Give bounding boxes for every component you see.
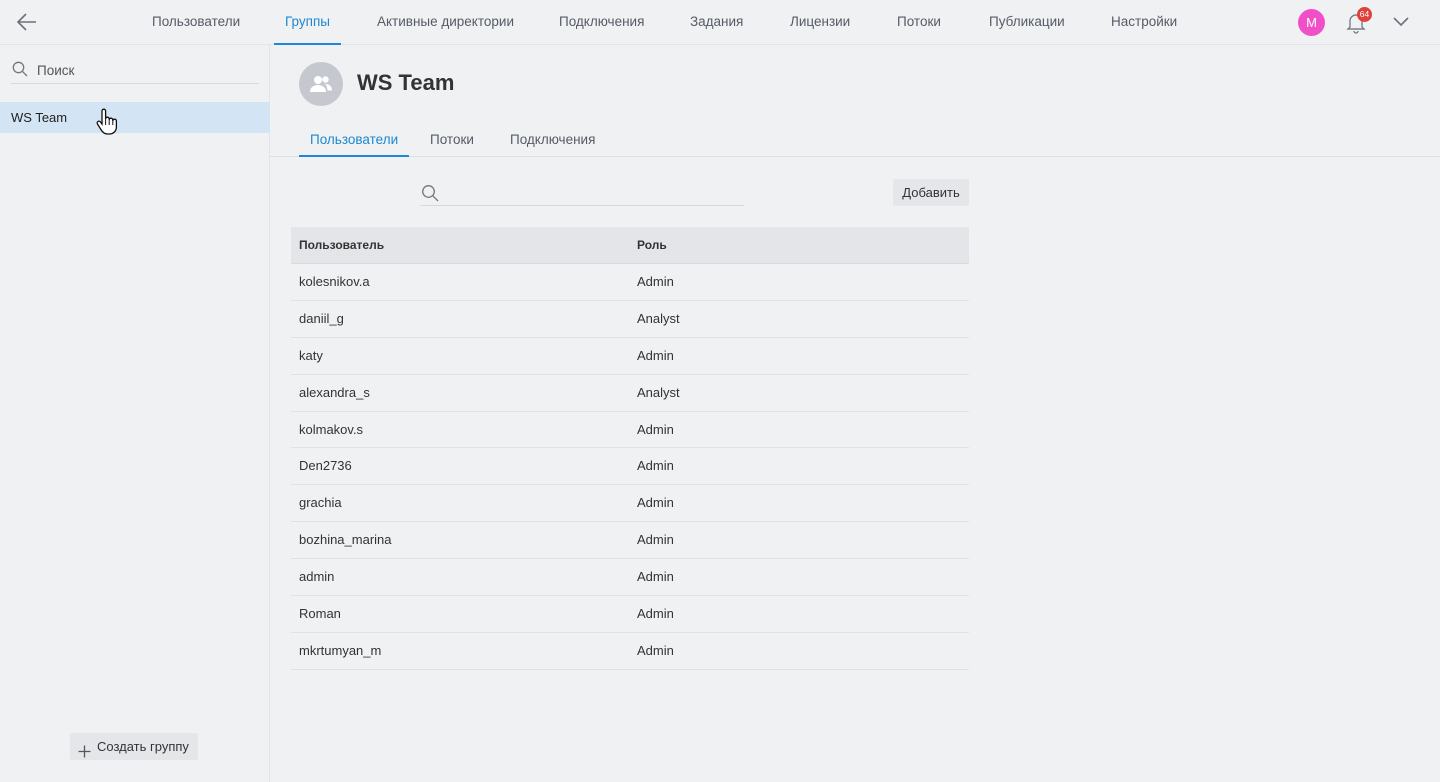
table-row[interactable]: grachia Admin xyxy=(291,485,969,523)
notification-badge: 64 xyxy=(1357,7,1372,22)
chevron-down-icon[interactable] xyxy=(1392,14,1410,30)
nav-item-active-directories[interactable]: Активные директории xyxy=(377,0,514,45)
page-title: WS Team xyxy=(357,70,455,95)
user-cell: admin xyxy=(299,569,335,585)
create-group-label: Создать группу xyxy=(97,739,189,754)
user-cell: bozhina_marina xyxy=(299,532,392,548)
role-cell: Admin xyxy=(637,606,674,622)
nav-item-flows[interactable]: Потоки xyxy=(897,0,941,45)
sidebar: WS Team Создать группу xyxy=(0,45,270,782)
user-cell: kolmakov.s xyxy=(299,421,364,437)
tab-users[interactable]: Пользователи xyxy=(298,122,410,157)
nav-item-settings[interactable]: Настройки xyxy=(1111,0,1177,45)
table-row[interactable]: mkrtumyan_m Admin xyxy=(291,633,969,670)
users-search xyxy=(420,180,744,206)
role-cell: Admin xyxy=(637,458,674,474)
nav-item-connections[interactable]: Подключения xyxy=(559,0,644,45)
role-cell: Admin xyxy=(637,532,674,548)
table-row[interactable]: daniil_g Analyst xyxy=(291,301,969,338)
avatar[interactable]: M xyxy=(1298,9,1325,36)
search-icon xyxy=(12,61,28,77)
user-cell: alexandra_s xyxy=(299,384,370,400)
table-row[interactable]: katy Admin xyxy=(291,338,969,375)
search-icon xyxy=(421,184,439,202)
add-button[interactable]: Добавить xyxy=(893,179,969,206)
sidebar-search-input[interactable] xyxy=(37,57,257,83)
role-cell: Analyst xyxy=(637,384,680,400)
role-cell: Admin xyxy=(637,274,674,289)
sidebar-search xyxy=(11,57,259,84)
sidebar-item-ws-team[interactable]: WS Team xyxy=(0,102,270,133)
user-cell: kolesnikov.a xyxy=(299,274,370,289)
create-group-button[interactable]: Создать группу xyxy=(70,733,198,760)
user-cell: grachia xyxy=(299,495,342,511)
role-cell: Admin xyxy=(637,569,674,585)
nav-item-users[interactable]: Пользователи xyxy=(152,0,240,45)
back-arrow-icon[interactable] xyxy=(14,10,40,34)
group-tabs: Пользователи Потоки Подключения xyxy=(270,122,1440,157)
table-row[interactable]: alexandra_s Analyst xyxy=(291,375,969,412)
table-row[interactable]: kolmakov.s Admin xyxy=(291,412,969,449)
group-avatar xyxy=(299,62,343,106)
table-row[interactable]: Roman Admin xyxy=(291,596,969,633)
tab-flows[interactable]: Потоки xyxy=(430,122,474,156)
table-row[interactable]: admin Admin xyxy=(291,559,969,597)
tab-connections[interactable]: Подключения xyxy=(510,122,595,156)
table-row[interactable]: kolesnikov.a Admin xyxy=(291,264,969,301)
role-cell: Admin xyxy=(637,642,674,658)
user-cell: daniil_g xyxy=(299,310,344,326)
nav-item-tasks[interactable]: Задания xyxy=(690,0,743,45)
nav-item-groups[interactable]: Группы xyxy=(274,0,341,45)
nav-item-licenses[interactable]: Лицензии xyxy=(790,0,850,45)
user-cell: katy xyxy=(299,347,323,363)
table-header: Пользователь Роль xyxy=(291,227,969,264)
top-navigation-bar: Пользователи Группы Активные директории … xyxy=(0,0,1440,45)
user-cell: Den2736 xyxy=(299,458,352,474)
role-cell: Admin xyxy=(637,495,674,511)
user-cell: Roman xyxy=(299,606,341,622)
users-icon xyxy=(310,76,332,92)
column-header-role: Роль xyxy=(637,238,667,252)
role-cell: Analyst xyxy=(637,310,680,326)
role-cell: Admin xyxy=(637,421,674,437)
user-cell: mkrtumyan_m xyxy=(299,642,382,658)
users-search-input[interactable] xyxy=(448,180,738,205)
role-cell: Admin xyxy=(637,347,674,363)
column-header-user: Пользователь xyxy=(299,238,385,252)
plus-icon xyxy=(78,740,91,758)
table-row[interactable]: Den2736 Admin xyxy=(291,448,969,486)
table-row[interactable]: bozhina_marina Admin xyxy=(291,522,969,560)
users-table: Пользователь Роль kolesnikov.a Admin dan… xyxy=(291,227,969,670)
nav-item-publications[interactable]: Публикации xyxy=(989,0,1065,45)
